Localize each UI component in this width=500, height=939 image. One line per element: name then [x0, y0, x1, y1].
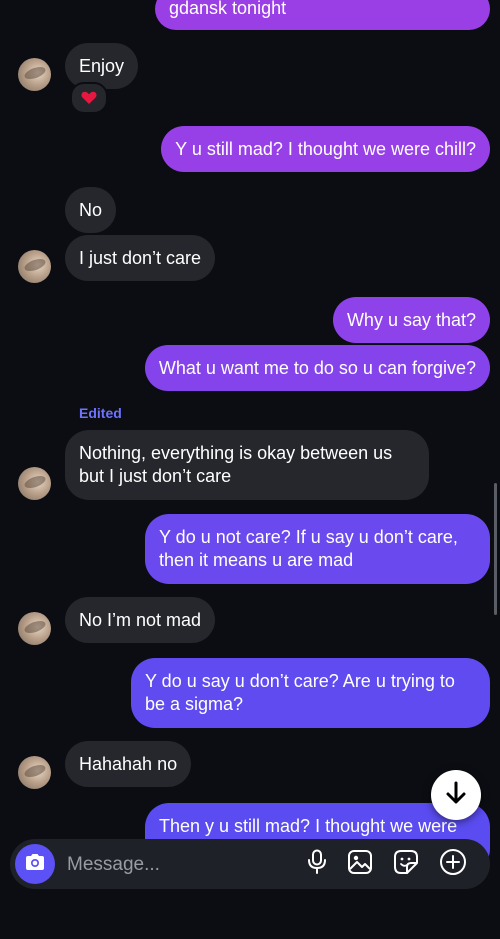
scrollbar-thumb[interactable] — [494, 483, 497, 615]
message-text: Y do u say u don’t care? Are u trying to… — [145, 671, 455, 714]
message-text: Enjoy — [79, 56, 125, 76]
message-outgoing[interactable]: Y do u not care? If u say u don’t care, … — [145, 514, 490, 584]
add-icon — [439, 848, 467, 881]
avatar[interactable] — [18, 250, 51, 283]
message-text: Why u say that? — [346, 310, 476, 330]
message-incoming[interactable]: Nothing, everything is okay between us b… — [65, 430, 429, 500]
gallery-button[interactable] — [346, 849, 374, 880]
avatar[interactable] — [18, 467, 51, 500]
camera-button[interactable] — [15, 844, 55, 884]
sticker-button[interactable] — [392, 849, 420, 880]
message-text: No I’m not mad — [79, 610, 202, 630]
message-text: Nothing, everything is okay between us b… — [79, 443, 393, 486]
message-text: I just don’t care — [79, 248, 202, 268]
message-incoming[interactable]: I just don’t care — [65, 235, 216, 281]
message-text: Then y u still mad? I thought we were — [159, 816, 458, 836]
message-outgoing[interactable]: What u want me to do so u can forgive? — [144, 345, 490, 391]
message-text: What u want me to do so u can forgive? — [158, 358, 476, 378]
message-text: Hahahah no — [79, 754, 178, 774]
message-incoming[interactable]: No I’m not mad — [65, 597, 216, 643]
add-button[interactable] — [439, 848, 467, 881]
message-text: Y u still mad? I thought we were chill? — [175, 139, 476, 159]
gallery-icon — [347, 849, 373, 880]
microphone-icon — [306, 849, 328, 880]
message-text: No — [79, 200, 103, 220]
bottom-safe-area — [0, 889, 500, 939]
message-outgoing[interactable]: Why u say that? — [332, 297, 490, 343]
avatar[interactable] — [18, 756, 51, 789]
camera-icon — [24, 852, 46, 877]
microphone-button[interactable] — [303, 849, 331, 880]
scroll-to-latest-button[interactable] — [431, 770, 481, 820]
avatar[interactable] — [18, 58, 51, 91]
message-incoming[interactable]: Hahahah no — [65, 741, 192, 787]
message-text: Y do u not care? If u say u don’t care, … — [159, 527, 458, 570]
message-text: gdansk tonight — [169, 0, 287, 18]
message-composer — [10, 839, 490, 891]
arrow-down-icon — [443, 780, 469, 811]
message-thread: gdansk tonight Enjoy Y u still mad? I th… — [0, 0, 500, 939]
message-input[interactable] — [65, 839, 289, 891]
heart-reaction-icon[interactable] — [70, 82, 108, 114]
message-incoming[interactable]: Enjoy — [65, 43, 139, 89]
message-outgoing[interactable]: Y do u say u don’t care? Are u trying to… — [131, 658, 490, 728]
message-outgoing[interactable]: Y u still mad? I thought we were chill? — [161, 126, 490, 172]
edited-label: Edited — [79, 405, 122, 421]
message-incoming[interactable]: No — [65, 187, 117, 233]
sticker-icon — [393, 849, 419, 880]
message-outgoing[interactable]: gdansk tonight — [155, 0, 490, 30]
avatar[interactable] — [18, 612, 51, 645]
